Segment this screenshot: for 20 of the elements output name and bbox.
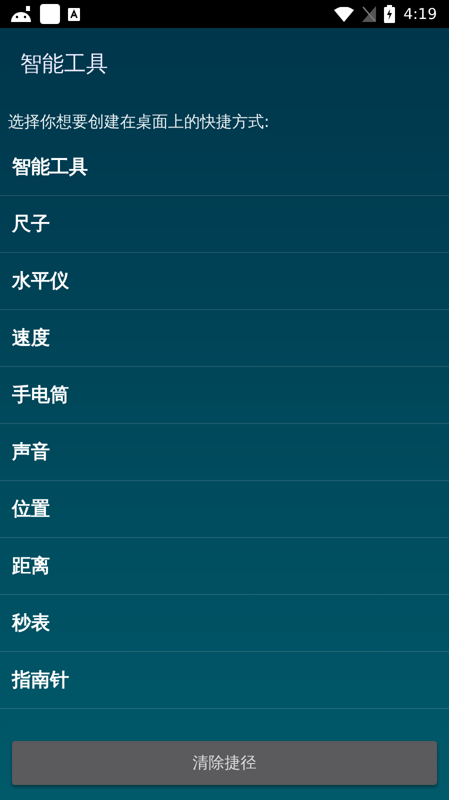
- battery-charging-icon: [384, 5, 396, 23]
- shortcut-item[interactable]: 手电筒: [0, 367, 449, 424]
- status-time: 4:19: [403, 5, 437, 23]
- shortcut-item[interactable]: 速度: [0, 310, 449, 367]
- keyboard-a-icon: [68, 8, 80, 20]
- no-signal-icon: [362, 6, 376, 22]
- shortcut-item[interactable]: 指南针: [0, 652, 449, 709]
- shortcut-item[interactable]: 水平仪: [0, 253, 449, 310]
- shortcut-item[interactable]: 智能工具: [0, 139, 449, 196]
- square-icon: [40, 4, 60, 24]
- shortcut-item[interactable]: 位置: [0, 481, 449, 538]
- shortcut-item[interactable]: 声音: [0, 424, 449, 481]
- wifi-icon: [334, 6, 354, 22]
- clear-shortcuts-button[interactable]: 清除捷径: [12, 741, 437, 785]
- android-icon: [10, 5, 32, 23]
- app-title: 智能工具: [20, 51, 108, 79]
- shortcut-item[interactable]: 尺子: [0, 196, 449, 253]
- shortcut-item[interactable]: 秒表: [0, 595, 449, 652]
- prompt-text: 选择你想要创建在桌面上的快捷方式:: [7, 111, 270, 133]
- shortcut-item[interactable]: 距离: [0, 538, 449, 595]
